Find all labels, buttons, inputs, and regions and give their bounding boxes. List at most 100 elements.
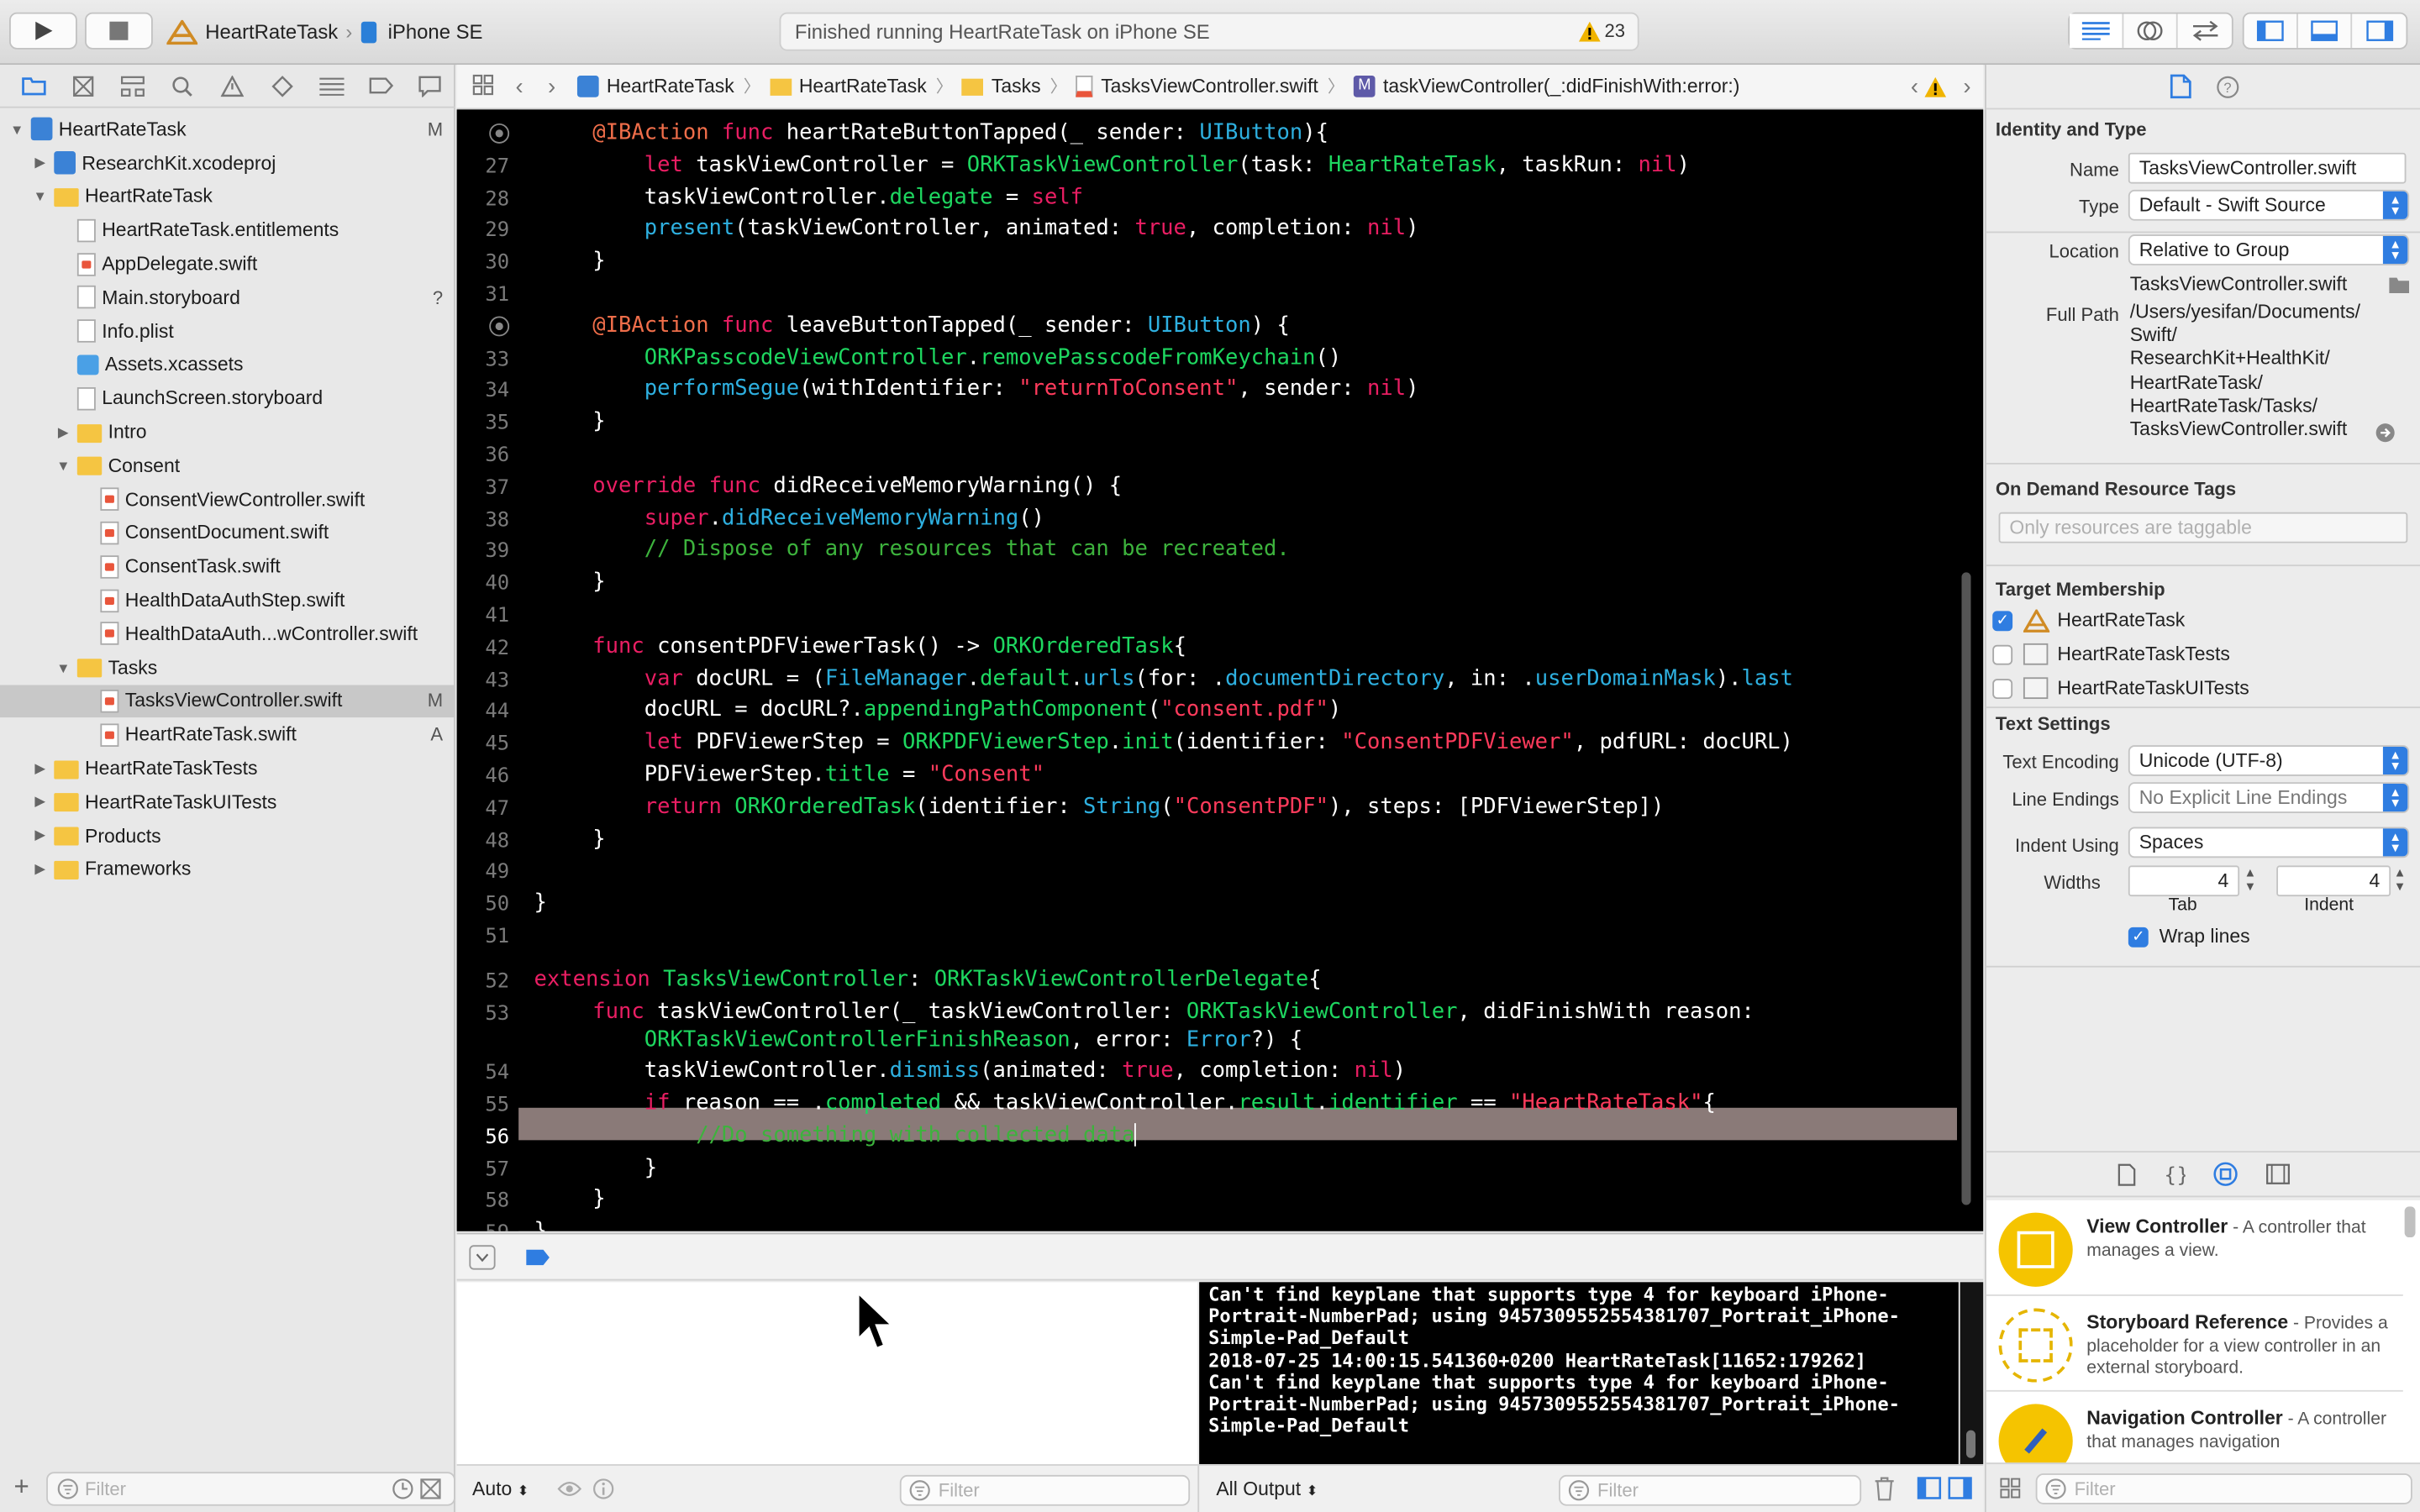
editor-scrollbar[interactable] (1961, 572, 1971, 1205)
hide-debug-area-button[interactable] (469, 1245, 496, 1270)
next-issue-button[interactable]: › (1963, 73, 1970, 99)
source-editor[interactable]: 27 28 29 30 31 33 34 35 36 37 38 39 40 41 42 43 44 45 46 47… (456, 109, 1984, 1231)
file-tree-item[interactable]: TasksViewController.swift M (0, 684, 455, 718)
project-navigator-tab[interactable] (9, 66, 59, 106)
indent-using-popup[interactable]: Spaces ▲ ▼ (2128, 827, 2410, 858)
file-tree-item[interactable]: ▼ Consent (0, 449, 455, 482)
file-tree-item[interactable]: LaunchScreen.storyboard (0, 381, 455, 415)
file-tree-item[interactable]: ▶ Products (0, 819, 455, 853)
back-button[interactable]: ‹ (515, 73, 523, 99)
line-number-gutter[interactable]: 27 28 29 30 31 33 34 35 36 37 38 39 40 41 42 43 44 45 46 47… (456, 109, 519, 1231)
breadcrumb-item[interactable]: HeartRateTask (769, 76, 927, 97)
console-scrollbar[interactable] (1960, 1282, 1984, 1465)
tab-width-stepper[interactable]: ▲ ▼ (2244, 865, 2257, 893)
disclosure-triangle-icon[interactable]: ▶ (31, 827, 50, 844)
code-snippet-icon[interactable]: {} (2164, 1163, 2186, 1186)
library-filter-field[interactable]: Filter (2035, 1473, 2412, 1504)
toggle-inspector-button[interactable] (2352, 14, 2406, 48)
disclosure-triangle-icon[interactable]: ▼ (31, 189, 50, 204)
previous-issue-button[interactable]: ‹ (1911, 73, 1918, 99)
standard-editor-button[interactable] (2070, 13, 2124, 48)
breadcrumb-item[interactable]: MtaskViewController(_:didFinishWith:erro… (1354, 76, 1739, 97)
quick-help-icon[interactable]: ? (2216, 75, 2239, 98)
indent-width-stepper[interactable]: ▲ ▼ (2394, 865, 2407, 893)
disclosure-triangle-icon[interactable]: ▶ (31, 861, 50, 878)
output-mode-popup[interactable]: All Output ⬍ (1216, 1478, 1318, 1500)
disclosure-triangle-icon[interactable]: ▼ (54, 659, 72, 675)
navigator-filter-field[interactable]: Filter (46, 1472, 455, 1506)
console-filter-field[interactable]: Filter (1559, 1474, 1862, 1506)
toggle-debug-button[interactable] (2298, 13, 2353, 48)
scm-filter-icon[interactable] (420, 1478, 442, 1500)
file-tree-item[interactable]: Info.plist (0, 314, 455, 348)
run-button[interactable] (9, 12, 77, 50)
file-tree-item[interactable]: ▼ HeartRateTask (0, 180, 455, 213)
variables-scope-popup[interactable]: Auto ⬍ (472, 1478, 529, 1500)
file-tree-item[interactable]: ▼ HeartRateTask M (0, 113, 455, 146)
media-library-icon[interactable] (2265, 1163, 2290, 1185)
wrap-lines-checkbox[interactable]: ✓ (2128, 927, 2149, 948)
ibaction-connection-icon[interactable] (489, 316, 510, 337)
type-popup[interactable]: Default - Swift Source ▲ ▼ (2128, 189, 2410, 221)
warning-badge[interactable]: 23 (1578, 20, 1625, 42)
forward-button[interactable]: › (548, 73, 555, 99)
breakpoint-navigator-tab[interactable] (356, 66, 406, 106)
choose-folder-icon[interactable] (2389, 276, 2410, 293)
disclosure-triangle-icon[interactable]: ▶ (54, 423, 72, 440)
target-checkbox[interactable]: ✓ (1992, 611, 2013, 632)
report-navigator-tab[interactable] (406, 66, 455, 106)
file-tree-item[interactable]: ▶ HeartRateTaskTests (0, 752, 455, 785)
file-tree-item[interactable]: ▼ Tasks (0, 651, 455, 685)
disclosure-triangle-icon[interactable]: ▶ (31, 155, 50, 171)
tab-width-field[interactable]: 4 (2128, 865, 2240, 897)
related-items-icon[interactable] (472, 73, 494, 99)
scheme-selector[interactable]: HeartRateTask › iPhone SE (166, 14, 482, 50)
library-item[interactable]: View Controller - A controller that mana… (1986, 1200, 2403, 1296)
breadcrumb-item[interactable]: Tasks (961, 76, 1041, 97)
debug-navigator-tab[interactable] (307, 66, 356, 106)
file-tree-item[interactable]: HeartRateTask.swift A (0, 718, 455, 752)
file-tree-item[interactable]: ▶ Frameworks (0, 853, 455, 886)
version-editor-button[interactable] (2178, 14, 2232, 48)
name-field[interactable]: TasksViewController.swift (2128, 152, 2407, 184)
variables-view[interactable] (456, 1282, 1198, 1465)
show-console-icon[interactable] (1948, 1477, 1972, 1500)
disclosure-triangle-icon[interactable]: ▼ (54, 458, 72, 473)
file-tree-item[interactable]: HealthDataAuthStep.swift (0, 584, 455, 617)
encoding-popup[interactable]: Unicode (UTF-8) ▲ ▼ (2128, 745, 2410, 776)
file-tree-item[interactable]: ConsentViewController.swift (0, 482, 455, 516)
issue-navigator-tab[interactable] (208, 66, 257, 106)
add-file-button[interactable]: + (14, 1472, 29, 1503)
object-library-icon[interactable] (2213, 1162, 2238, 1186)
symbol-navigator-tab[interactable] (108, 66, 158, 106)
find-navigator-tab[interactable] (158, 66, 208, 106)
stop-button[interactable] (85, 12, 153, 50)
ibaction-connection-icon[interactable] (489, 123, 510, 144)
file-tree-item[interactable]: Main.storyboard? (0, 281, 455, 314)
variables-filter-field[interactable]: Filter (899, 1474, 1191, 1506)
library-scrollbar[interactable] (2404, 1206, 2416, 1238)
test-navigator-tab[interactable] (257, 66, 307, 106)
file-tree-item[interactable]: ConsentDocument.swift (0, 517, 455, 550)
toggle-navigator-button[interactable] (2244, 13, 2298, 48)
assistant-editor-button[interactable] (2123, 13, 2178, 48)
recent-clock-icon[interactable] (392, 1478, 414, 1500)
file-tree-item[interactable]: ▶ HeartRateTaskUITests (0, 785, 455, 819)
file-tree-item[interactable]: ▶ ResearchKit.xcodeproj (0, 146, 455, 180)
endings-popup[interactable]: No Explicit Line Endings ▲ ▼ (2128, 782, 2410, 813)
disclosure-triangle-icon[interactable]: ▶ (31, 760, 50, 777)
disclosure-triangle-icon[interactable]: ▼ (8, 122, 26, 137)
file-tree-item[interactable]: ConsentTask.swift (0, 550, 455, 584)
breadcrumb-item[interactable]: HeartRateTask (576, 76, 734, 97)
breakpoints-active-icon[interactable] (524, 1248, 550, 1267)
trash-icon[interactable] (1874, 1477, 1896, 1501)
file-inspector-icon[interactable] (2169, 74, 2191, 99)
source-control-tab[interactable] (59, 66, 108, 106)
show-variables-icon[interactable] (1917, 1477, 1942, 1500)
target-checkbox[interactable] (1992, 644, 2013, 665)
info-icon[interactable] (592, 1478, 614, 1500)
library-item[interactable]: Storyboard Reference - Provides a placeh… (1986, 1296, 2403, 1392)
location-popup[interactable]: Relative to Group ▲ ▼ (2128, 234, 2410, 265)
file-template-icon[interactable] (2118, 1163, 2136, 1186)
console-output[interactable]: Can't find keyplane that supports type 4… (1199, 1282, 1959, 1465)
